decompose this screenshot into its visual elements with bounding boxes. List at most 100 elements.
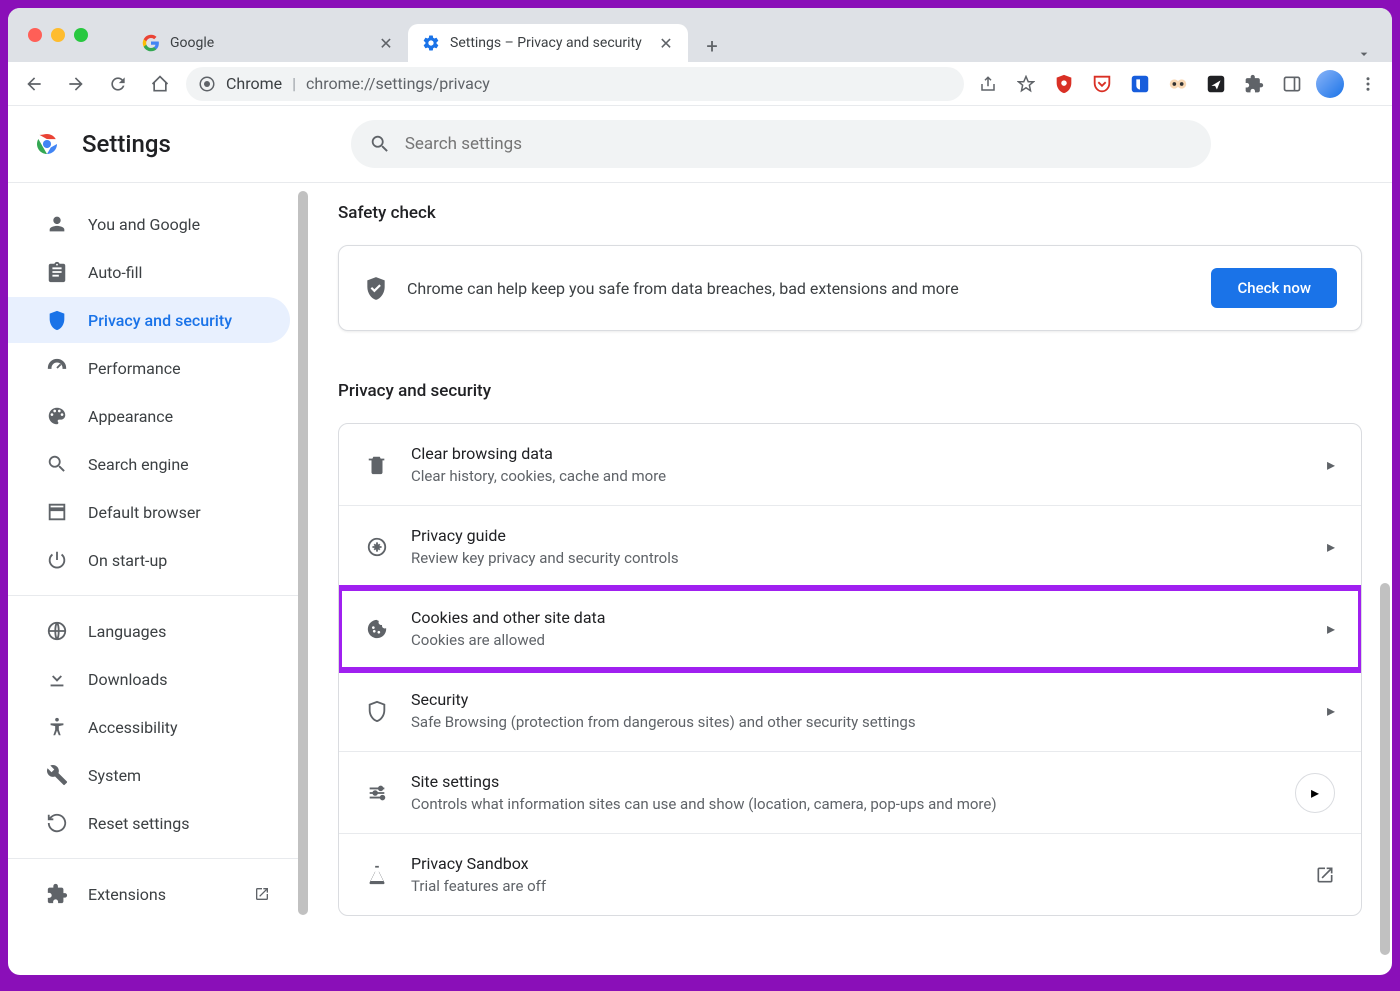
restore-icon	[46, 812, 68, 834]
settings-content: Safety check Chrome can help keep you sa…	[308, 183, 1392, 975]
extension-icon	[46, 883, 68, 905]
check-now-button[interactable]: Check now	[1211, 268, 1337, 308]
privacy-card: Clear browsing data Clear history, cookie…	[338, 423, 1362, 916]
sidebar-item-performance[interactable]: Performance	[8, 345, 290, 391]
sidebar-item-label: Performance	[88, 359, 181, 378]
row-title: Site settings	[411, 772, 1273, 791]
sidebar-divider	[8, 595, 308, 596]
sidebar-item-default-browser[interactable]: Default browser	[8, 489, 290, 535]
search-input[interactable]	[405, 134, 1193, 154]
sidepanel-icon[interactable]	[1278, 70, 1306, 98]
verified-shield-icon	[363, 275, 389, 301]
sidebar-item-search-engine[interactable]: Search engine	[8, 441, 290, 487]
close-tab-icon[interactable]: ✕	[378, 35, 394, 51]
extension-bitwarden-icon[interactable]	[1126, 70, 1154, 98]
tab-settings[interactable]: Settings – Privacy and security ✕	[408, 24, 688, 62]
cookie-icon	[365, 617, 389, 641]
reload-button[interactable]	[102, 68, 134, 100]
tab-overflow-button[interactable]	[1356, 46, 1372, 62]
sidebar-item-label: Reset settings	[88, 814, 189, 833]
chevron-right-highlighted-icon: ▸	[1295, 773, 1335, 813]
row-security[interactable]: SecuritySafe Browsing (protection from d…	[339, 670, 1361, 752]
row-subtitle: Safe Browsing (protection from dangerous…	[411, 713, 1305, 731]
sidebar-item-autofill[interactable]: Auto-fill	[8, 249, 290, 295]
row-site-settings[interactable]: Site settingsControls what information s…	[339, 752, 1361, 834]
chevron-right-icon: ▸	[1327, 455, 1335, 474]
row-privacy-guide[interactable]: Privacy guideReview key privacy and secu…	[339, 506, 1361, 588]
power-icon	[46, 549, 68, 571]
browser-window: Google ✕ Settings – Privacy and security…	[8, 8, 1392, 975]
accessibility-icon	[46, 716, 68, 738]
sidebar-item-you[interactable]: You and Google	[8, 201, 290, 247]
bookmark-icon[interactable]	[1012, 70, 1040, 98]
profile-avatar[interactable]	[1316, 70, 1344, 98]
kebab-menu-icon[interactable]	[1354, 70, 1382, 98]
row-clear-browsing-data[interactable]: Clear browsing data Clear history, cookie…	[339, 424, 1361, 506]
sidebar-item-startup[interactable]: On start-up	[8, 537, 290, 583]
close-tab-icon[interactable]: ✕	[658, 35, 674, 51]
settings-favicon-icon	[422, 34, 440, 52]
trash-icon	[365, 453, 389, 477]
sliders-icon	[365, 781, 389, 805]
minimize-window-button[interactable]	[51, 28, 65, 42]
settings-search[interactable]	[351, 120, 1211, 168]
share-icon[interactable]	[974, 70, 1002, 98]
sidebar-item-downloads[interactable]: Downloads	[8, 656, 290, 702]
sidebar-item-privacy[interactable]: Privacy and security	[8, 297, 290, 343]
browser-toolbar: Chrome | chrome://settings/privacy	[8, 62, 1392, 106]
row-privacy-sandbox[interactable]: Privacy Sandbox Trial features are off	[339, 834, 1361, 915]
settings-body: You and Google Auto-fill Privacy and sec…	[8, 182, 1392, 975]
home-button[interactable]	[144, 68, 176, 100]
window-icon	[46, 501, 68, 523]
sidebar-item-label: System	[88, 766, 141, 785]
row-title: Privacy Sandbox	[411, 854, 1293, 873]
safety-check-heading: Safety check	[338, 203, 1362, 223]
row-cookies[interactable]: Cookies and other site data Cookies are a…	[339, 588, 1361, 670]
scrollbar[interactable]	[1380, 583, 1390, 955]
sidebar-item-label: Default browser	[88, 503, 201, 522]
safety-check-text: Chrome can help keep you safe from data …	[407, 279, 1193, 298]
search-icon	[46, 453, 68, 475]
sidebar-item-label: On start-up	[88, 551, 167, 570]
extension-eyes-icon[interactable]	[1164, 70, 1192, 98]
sidebar-item-appearance[interactable]: Appearance	[8, 393, 290, 439]
extension-send-icon[interactable]	[1202, 70, 1230, 98]
row-subtitle: Clear history, cookies, cache and more	[411, 467, 1305, 485]
sidebar-item-system[interactable]: System	[8, 752, 290, 798]
extension-pocket-icon[interactable]	[1088, 70, 1116, 98]
sidebar-item-languages[interactable]: Languages	[8, 608, 290, 654]
sidebar-item-reset[interactable]: Reset settings	[8, 800, 290, 846]
chevron-right-icon: ▸	[1327, 701, 1335, 720]
extension-ublock-icon[interactable]	[1050, 70, 1078, 98]
sidebar-item-label: Auto-fill	[88, 263, 142, 282]
sidebar-item-label: Privacy and security	[88, 311, 232, 330]
sidebar-item-label: Languages	[88, 622, 166, 641]
address-bar[interactable]: Chrome | chrome://settings/privacy	[186, 67, 964, 101]
chevron-right-icon: ▸	[1327, 537, 1335, 556]
shield-outline-icon	[365, 699, 389, 723]
toolbar-actions	[974, 70, 1382, 98]
clipboard-icon	[46, 261, 68, 283]
row-title: Cookies and other site data	[411, 608, 1305, 627]
new-tab-button[interactable]: +	[696, 30, 728, 62]
forward-button[interactable]	[60, 68, 92, 100]
tab-google[interactable]: Google ✕	[128, 24, 408, 62]
url-scheme: Chrome	[226, 74, 282, 93]
close-window-button[interactable]	[28, 28, 42, 42]
row-title: Clear browsing data	[411, 444, 1305, 463]
maximize-window-button[interactable]	[74, 28, 88, 42]
external-link-icon	[1315, 865, 1335, 885]
speedometer-icon	[46, 357, 68, 379]
window-controls	[20, 28, 88, 42]
settings-sidebar: You and Google Auto-fill Privacy and sec…	[8, 183, 308, 975]
sidebar-item-label: You and Google	[88, 215, 200, 234]
download-icon	[46, 668, 68, 690]
shield-icon	[46, 309, 68, 331]
sidebar-item-extensions[interactable]: Extensions	[8, 871, 290, 917]
extensions-menu-icon[interactable]	[1240, 70, 1268, 98]
row-subtitle: Cookies are allowed	[411, 631, 1305, 649]
row-subtitle: Trial features are off	[411, 877, 1293, 895]
back-button[interactable]	[18, 68, 50, 100]
sidebar-item-accessibility[interactable]: Accessibility	[8, 704, 290, 750]
sidebar-divider	[8, 858, 308, 859]
